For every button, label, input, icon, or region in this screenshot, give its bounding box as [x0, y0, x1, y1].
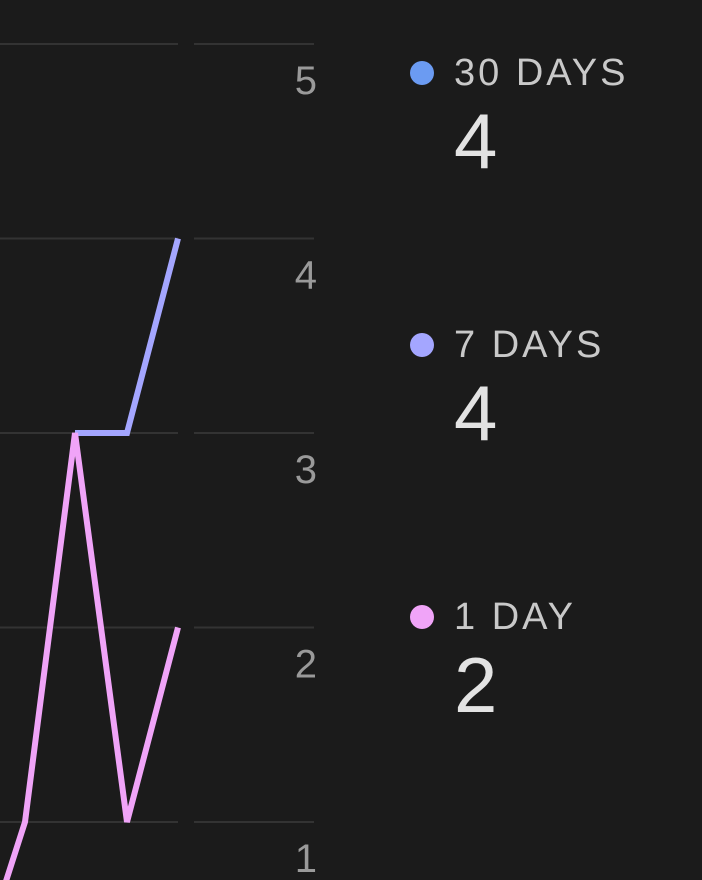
series-line-7-days: [75, 237, 181, 436]
y-tick-label: 3: [295, 448, 317, 492]
legend-value: 2: [454, 641, 498, 729]
legend-label: 1 DAY: [454, 595, 577, 638]
y-tick-label: 4: [295, 254, 317, 298]
legend-dot-1-day: [410, 605, 434, 629]
legend-item-7-days: 7 DAYS 4: [410, 322, 604, 458]
chart-canvas: 5 4 3 2 1: [0, 43, 317, 880]
legend-label: 7 DAYS: [454, 323, 605, 366]
legend-dot-30-days: [410, 61, 434, 85]
legend-dot-7-days: [410, 333, 434, 357]
legend-label: 30 DAYS: [454, 51, 629, 94]
series-line-1-day: [3, 432, 181, 880]
legend-item-30-days: 30 DAYS 4: [410, 50, 628, 186]
line-chart: 5 4 3 2 1: [0, 0, 330, 880]
legend-item-1-day: 1 DAY 2: [410, 594, 576, 730]
legend-value: 4: [454, 97, 498, 185]
y-tick-label: 1: [295, 837, 317, 880]
y-tick-label: 5: [295, 59, 317, 103]
legend-value: 4: [454, 369, 498, 457]
y-tick-label: 2: [295, 643, 317, 687]
